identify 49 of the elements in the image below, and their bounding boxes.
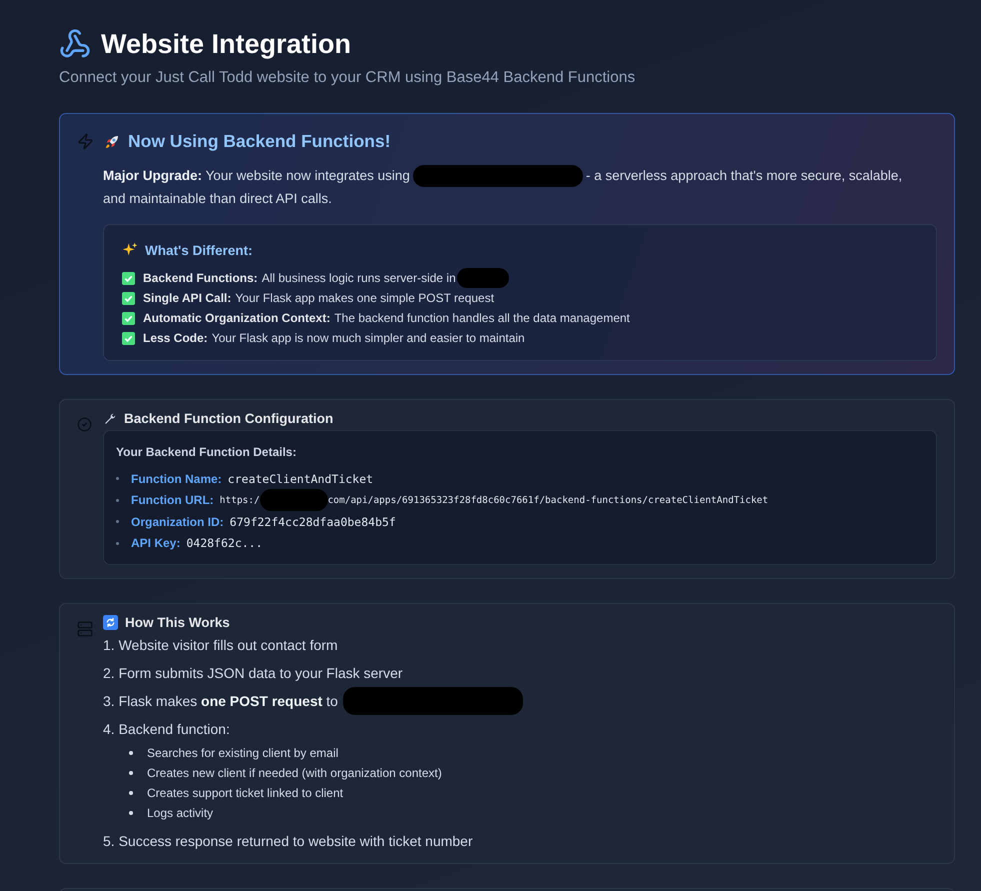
sub-step-text: Creates support ticket linked to client <box>147 785 344 802</box>
paragraph-text: and maintainable than direct API calls. <box>103 190 332 208</box>
wrench-icon <box>103 412 117 426</box>
page-title: Website Integration <box>101 28 352 60</box>
server-icon <box>77 621 93 637</box>
detail-label: Function URL: <box>131 493 214 508</box>
checkbox-icon <box>122 312 135 324</box>
sub-step-text: Creates new client if needed (with organization context) <box>147 765 442 782</box>
check-circle-icon <box>77 417 92 432</box>
page-subtitle: Connect your Just Call Todd website to your CRM using Base44 Backend Functions <box>59 69 636 87</box>
checkbox-icon <box>122 292 135 304</box>
item-label: Single API Call: <box>143 291 232 305</box>
text: All business logic runs server-side in <box>262 271 456 285</box>
card-title: Now Using Backend Functions! <box>128 131 391 152</box>
redaction-mark <box>260 489 328 512</box>
step-text: 2. Form submits JSON data to your Flask server <box>103 664 403 683</box>
checkbox-icon <box>122 332 135 344</box>
text: Your Flask app is now much simpler and easier to maintain <box>212 331 525 345</box>
url-text: https:/ <box>220 494 260 506</box>
text: Your Flask app makes one simple POST request <box>235 291 494 305</box>
item-label: Less Code: <box>143 331 208 345</box>
sub-step-text: Logs activity <box>147 805 214 822</box>
detail-label: Organization ID: <box>131 514 224 529</box>
card-title: Backend Function Configuration <box>124 411 334 426</box>
card-title: How This Works <box>125 615 230 630</box>
webhook-icon <box>59 28 91 60</box>
step-text: 1. Website visitor fills out contact form <box>103 636 338 655</box>
paragraph-text: Major Upgrade: Your website now integrates using <box>103 167 410 185</box>
detail-value: 0428f62c... <box>186 536 263 550</box>
text: The backend function handles all the data management <box>334 311 630 325</box>
step-text: 4. Backend function: <box>103 720 230 739</box>
detail-label: API Key: <box>131 536 180 550</box>
checkbox-icon <box>122 272 135 284</box>
url-text: com/api/apps/691365323f28fd8c60c7661f/backend-functions/createClientAndTicket <box>328 494 768 506</box>
lightning-icon <box>77 133 94 150</box>
item-label: Backend Functions: <box>143 271 258 285</box>
detail-value: 679f22f4cc28dfaa0be84b5f <box>230 514 396 529</box>
detail-value: createClientAndTicket <box>228 472 374 486</box>
details-title: Your Backend Function Details: <box>116 445 298 459</box>
paragraph-text: - a serverless approach that's more secure, scalable, <box>586 167 902 185</box>
redaction-mark <box>456 268 509 288</box>
refresh-icon <box>103 615 118 630</box>
section-title: What's Different: <box>145 242 252 258</box>
sparkles-icon <box>122 242 138 258</box>
item-label: Automatic Organization Context: <box>143 311 330 325</box>
detail-label: Function Name: <box>131 472 222 486</box>
step-text: 3. Flask makes one POST request to <box>103 692 338 711</box>
sub-step-text: Searches for existing client by email <box>147 745 338 762</box>
step-text: 5. Success response returned to website with ticket number <box>103 832 473 851</box>
